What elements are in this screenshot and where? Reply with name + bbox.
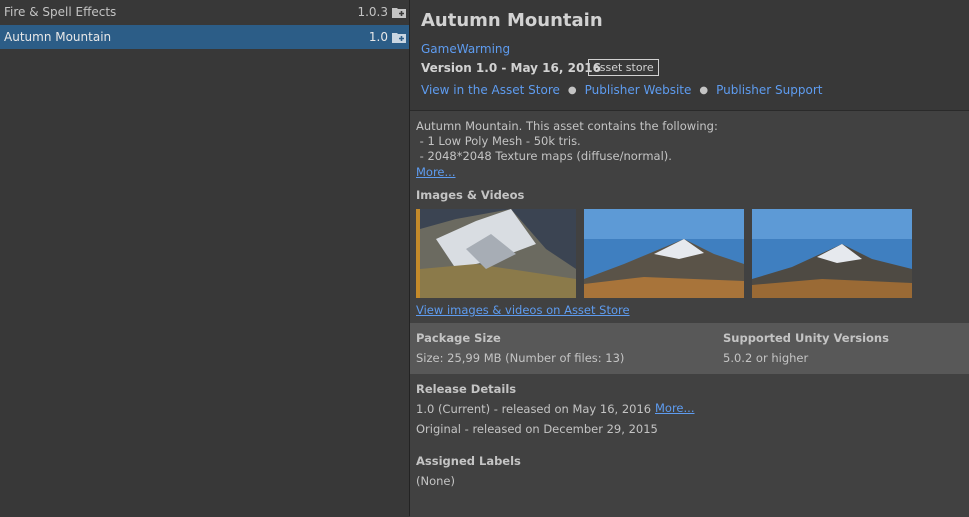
mountain-thumbnail[interactable] xyxy=(584,209,744,298)
release-details-title: Release Details xyxy=(416,382,517,396)
unity-versions-title: Supported Unity Versions xyxy=(723,331,889,345)
release-current: 1.0 (Current) - released on May 16, 2016 xyxy=(416,402,652,416)
version-label: Version 1.0 - May 16, 2016 xyxy=(421,61,602,75)
mountain-thumbnail[interactable] xyxy=(752,209,912,298)
description-more-link[interactable]: More... xyxy=(416,165,455,179)
package-add-icon xyxy=(392,7,406,18)
separator-dot: ● xyxy=(567,84,577,96)
package-list-item-selected[interactable]: Autumn Mountain 1.0 xyxy=(0,25,409,49)
package-info-band: Package Size Size: 25,99 MB (Number of f… xyxy=(410,323,969,374)
package-list-item[interactable]: Fire & Spell Effects 1.0.3 xyxy=(0,0,409,24)
assigned-labels-value: (None) xyxy=(416,474,455,488)
description-line: - 1 Low Poly Mesh - 50k tris. xyxy=(416,134,581,148)
view-in-asset-store-link[interactable]: View in the Asset Store xyxy=(421,83,560,97)
package-size-value: Size: 25,99 MB (Number of files: 13) xyxy=(416,351,625,365)
details-body: Autumn Mountain. This asset contains the… xyxy=(410,110,969,517)
details-header: Autumn Mountain GameWarming Version 1.0 … xyxy=(410,0,969,110)
image-thumbnails xyxy=(416,209,920,298)
unity-versions-value: 5.0.2 or higher xyxy=(723,351,809,365)
publisher-website-link[interactable]: Publisher Website xyxy=(585,83,692,97)
publisher-link[interactable]: GameWarming xyxy=(421,42,510,56)
separator-dot: ● xyxy=(699,84,709,96)
package-title: Autumn Mountain xyxy=(421,10,603,31)
package-description: Autumn Mountain. This asset contains the… xyxy=(416,119,718,164)
assigned-labels-title: Assigned Labels xyxy=(416,454,521,468)
mountain-thumbnail[interactable] xyxy=(416,209,576,298)
description-line: - 2048*2048 Texture maps (diffuse/normal… xyxy=(416,149,672,163)
release-original: Original - released on December 29, 2015 xyxy=(416,422,658,436)
view-media-link[interactable]: View images & videos on Asset Store xyxy=(416,303,630,317)
release-more-link[interactable]: More... xyxy=(655,401,694,415)
publisher-support-link[interactable]: Publisher Support xyxy=(716,83,822,97)
package-add-icon xyxy=(392,32,406,43)
images-videos-title: Images & Videos xyxy=(416,188,525,202)
package-list-panel: Fire & Spell Effects 1.0.3 Autumn Mounta… xyxy=(0,0,409,516)
header-links: View in the Asset Store ● Publisher Webs… xyxy=(421,83,822,97)
package-details-panel: Autumn Mountain GameWarming Version 1.0 … xyxy=(410,0,969,517)
package-version: 1.0 xyxy=(368,30,388,44)
asset-store-badge: asset store xyxy=(588,59,659,76)
description-line: Autumn Mountain. This asset contains the… xyxy=(416,119,718,133)
package-name: Fire & Spell Effects xyxy=(4,5,117,19)
package-name: Autumn Mountain xyxy=(4,30,112,44)
package-version: 1.0.3 xyxy=(357,5,388,19)
package-size-title: Package Size xyxy=(416,331,501,345)
